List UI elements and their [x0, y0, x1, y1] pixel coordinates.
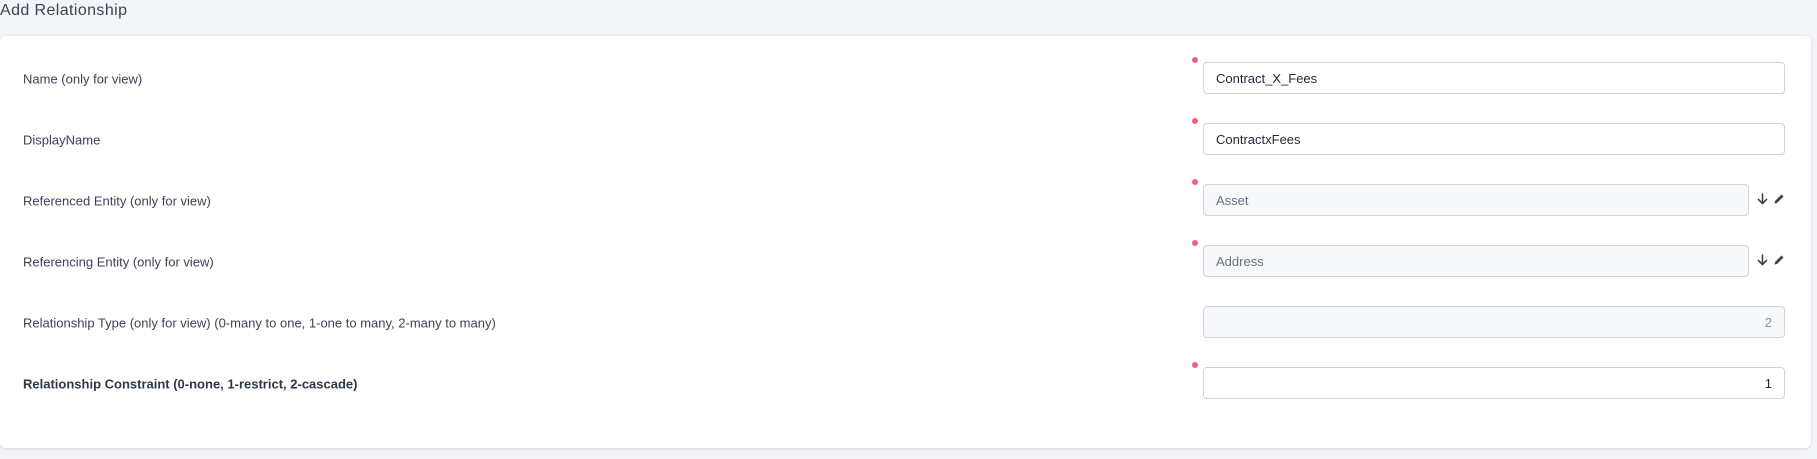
referencing-entity-label: Referencing Entity (only for view) — [23, 254, 214, 270]
relationship-constraint-label: Relationship Constraint (0-none, 1-restr… — [23, 376, 358, 392]
referencing-entity-input[interactable] — [1203, 245, 1749, 277]
relationship-type-input — [1203, 306, 1785, 338]
required-dot-icon — [1192, 240, 1198, 246]
required-dot-icon — [1192, 179, 1198, 185]
required-dot-icon — [1192, 362, 1198, 368]
form-row-name: Name (only for view) — [0, 57, 1811, 96]
name-label: Name (only for view) — [23, 71, 143, 87]
name-input[interactable] — [1203, 62, 1785, 94]
form-row-display-name: DisplayName — [0, 118, 1811, 157]
display-name-label: DisplayName — [23, 132, 101, 148]
form-row-relationship-type: Relationship Type (only for view) (0-man… — [0, 306, 1811, 340]
display-name-input[interactable] — [1203, 123, 1785, 155]
referenced-entity-label: Referenced Entity (only for view) — [23, 193, 211, 209]
relationship-constraint-input[interactable] — [1203, 367, 1785, 399]
relationship-type-label: Relationship Type (only for view) (0-man… — [23, 315, 496, 331]
arrow-down-icon[interactable] — [1755, 253, 1769, 267]
arrow-down-icon[interactable] — [1755, 192, 1769, 206]
pencil-icon[interactable] — [1772, 192, 1786, 206]
form-row-referenced-entity: Referenced Entity (only for view) — [0, 179, 1811, 218]
page-title: Add Relationship — [0, 2, 128, 19]
referenced-entity-input[interactable] — [1203, 184, 1749, 216]
form-row-referencing-entity: Referencing Entity (only for view) — [0, 240, 1811, 279]
form-card: Name (only for view) DisplayName Referen… — [0, 36, 1811, 448]
required-dot-icon — [1192, 118, 1198, 124]
required-dot-icon — [1192, 57, 1198, 63]
form-row-relationship-constraint: Relationship Constraint (0-none, 1-restr… — [0, 362, 1811, 401]
pencil-icon[interactable] — [1772, 253, 1786, 267]
